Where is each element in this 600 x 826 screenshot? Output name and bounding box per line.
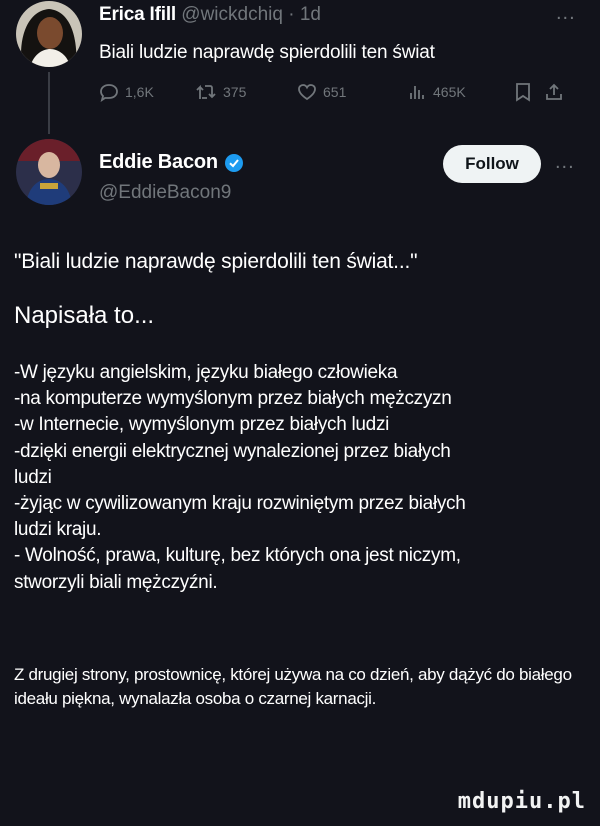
reply-author-handle[interactable]: @wickdchiq [181, 4, 283, 25]
main-author-row: Eddie Bacon [99, 151, 243, 174]
main-author-handle[interactable]: @EddieBacon9 [99, 182, 231, 204]
body-line: ludzi kraju. [14, 519, 102, 541]
share-icon [546, 83, 562, 100]
dot-separator: · [282, 4, 300, 25]
body-line: - Wolność, prawa, kulturę, bez których o… [14, 545, 461, 567]
body-line: ludzi [14, 466, 52, 488]
reply-button[interactable]: 1,6K [99, 82, 154, 102]
reply-icon [100, 84, 118, 102]
tweet-heading: Napisała to... [14, 302, 155, 329]
body-line: -dzięki energii elektrycznej wynalezione… [14, 440, 451, 462]
tweet-closing-paragraph: Z drugiej strony, prostownicę, której uż… [14, 665, 572, 708]
bookmark-icon [516, 83, 530, 102]
views-icon [410, 86, 424, 99]
verified-icon [224, 153, 243, 172]
tweet-screenshot: Erica Ifill @wickdchiq · 1d ... Biali lu… [0, 0, 600, 826]
reply-action-bar: 1,6K 375 651 465K [99, 82, 562, 110]
avatar-erica-ifill[interactable] [16, 1, 82, 67]
reply-more-icon[interactable]: ... [556, 2, 576, 25]
bookmark-button[interactable] [514, 82, 532, 102]
views-count: 465K [433, 84, 466, 100]
retweet-button[interactable]: 375 [195, 82, 246, 102]
tweet-quote-line: "Biali ludzie naprawdę spierdolili ten ś… [14, 250, 418, 273]
thread-connector-line [48, 72, 50, 134]
like-icon [298, 84, 316, 101]
share-button[interactable] [544, 82, 564, 102]
site-watermark: mdupiu.pl [457, 789, 586, 814]
like-button[interactable]: 651 [297, 82, 346, 102]
reply-header: Erica Ifill @wickdchiq · 1d [99, 4, 321, 26]
reply-count: 1,6K [125, 84, 154, 100]
retweet-icon [196, 84, 216, 99]
main-author-name[interactable]: Eddie Bacon [99, 151, 218, 174]
body-line: -W języku angielskim, języku białego czł… [14, 362, 398, 383]
body-line: -na komputerze wymyślonym przez białych … [14, 388, 452, 410]
reply-text: Biali ludzie naprawdę spierdolili ten św… [99, 42, 435, 63]
body-line: -żyjąc w cywilizowanym kraju rozwiniętym… [14, 493, 466, 515]
like-count: 651 [323, 84, 347, 100]
retweet-count: 375 [223, 84, 247, 100]
reply-author-name[interactable]: Erica Ifill [99, 4, 176, 25]
body-line: -w Internecie, wymyślonym przez białych … [14, 414, 390, 436]
views-button[interactable]: 465K [407, 82, 466, 102]
reply-timestamp[interactable]: 1d [300, 4, 321, 25]
avatar-eddie-bacon[interactable] [16, 139, 82, 205]
follow-button[interactable]: Follow [443, 145, 541, 183]
main-more-icon[interactable]: ... [555, 151, 575, 174]
tweet-body-list: -W języku angielskim, języku białego czł… [14, 360, 594, 596]
body-line: stworzyli biali mężczyźni. [14, 571, 218, 593]
